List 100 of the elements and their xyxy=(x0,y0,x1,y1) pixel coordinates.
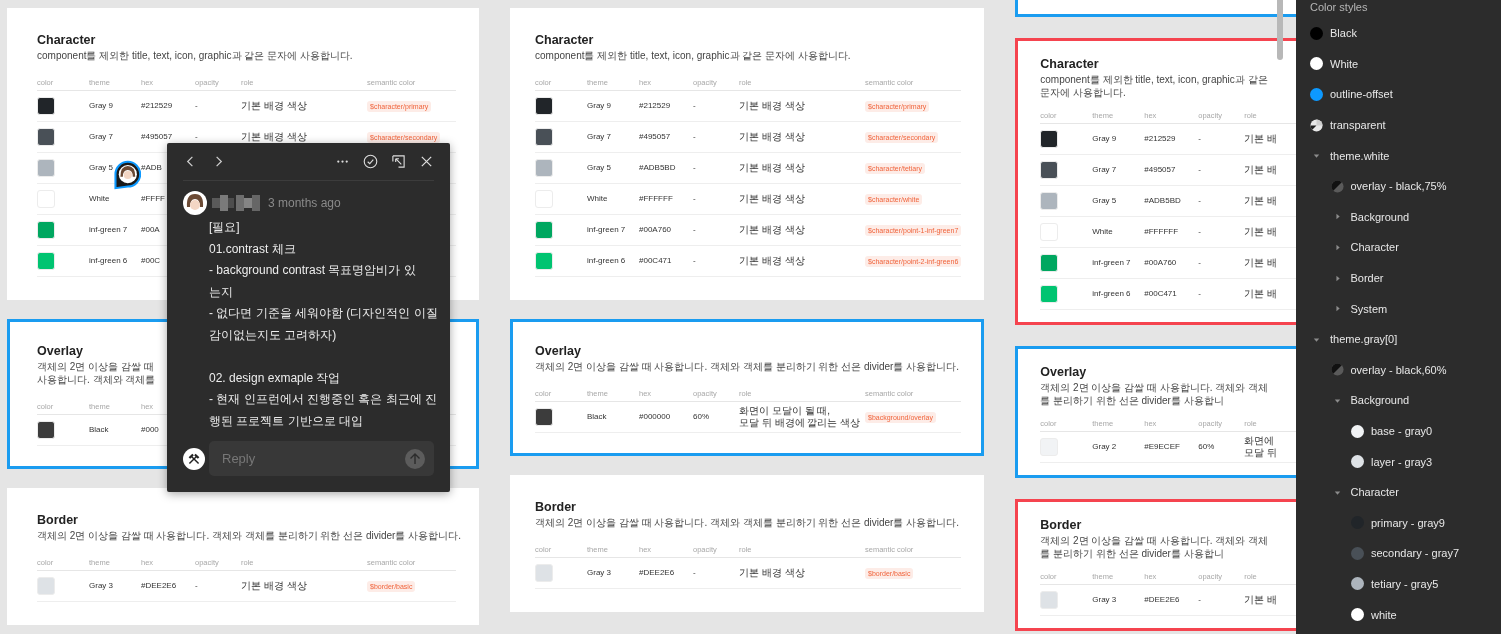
table-cell: #00C471 xyxy=(639,255,672,267)
style-name[interactable]: layer - gray3 xyxy=(1371,455,1433,468)
section-description: 객체의 2면 이상을 감쌀 때 사용합니다. 객체와 객체를 xyxy=(37,360,157,386)
style-name[interactable]: White xyxy=(1330,57,1359,70)
table-cell: Gray 7 xyxy=(587,131,611,143)
table-cell: #E9ECEF xyxy=(1144,441,1180,453)
style-name[interactable]: Character xyxy=(1350,486,1399,499)
table-cell: Black xyxy=(587,411,607,423)
style-name[interactable]: Background xyxy=(1350,394,1410,407)
style-name[interactable]: Character xyxy=(1350,241,1399,254)
section-description: 객체의 2면 이상을 감쌀 때 사용합니다. 객체와 객체를 분리하기 위한 선은 divider를 사용합니다. xyxy=(535,516,960,529)
style-name[interactable]: System xyxy=(1350,302,1388,315)
style-name[interactable]: base - gray0 xyxy=(1371,425,1433,437)
table-cell: - xyxy=(1198,164,1201,176)
table-cell: - xyxy=(693,224,696,236)
table-cell: 기본 배경 색상 xyxy=(739,255,805,267)
style-name[interactable]: theme.white xyxy=(1330,149,1390,162)
hammer-avatar-icon xyxy=(183,446,205,471)
section-description: component를 제외한 title, text, icon, graphic과 같은 문자에 사용합니다. xyxy=(37,49,354,62)
section-title: Border xyxy=(1040,518,1083,532)
comment-text: - 현재 인프런에서 진행중인 혹은 최근에 진 xyxy=(209,391,437,408)
table-cell: #00C xyxy=(141,255,161,267)
table-cell: #ADB xyxy=(141,162,162,174)
table-cell: #00C471 xyxy=(1144,288,1177,300)
close-icon[interactable] xyxy=(419,154,434,169)
table-cell: #ADB5BD xyxy=(639,162,676,174)
table-cell: 기본 배경 색상 xyxy=(739,193,805,205)
table-cell: - xyxy=(1198,195,1201,207)
table-cell: - xyxy=(693,193,696,205)
open-frame-icon[interactable] xyxy=(391,154,406,169)
table-cell: inf-green 6 xyxy=(89,255,128,267)
table-cell: #495057 xyxy=(141,131,173,143)
table-cell: Black xyxy=(89,424,109,436)
style-name[interactable]: Black xyxy=(1330,27,1357,40)
table-cell: Gray 3 xyxy=(1092,594,1117,606)
table-cell: 기본 배경 색상 xyxy=(739,567,805,579)
scrollbar[interactable] xyxy=(1277,0,1283,60)
table-cell: 기본 배경 색상 xyxy=(739,100,805,112)
table-cell: - xyxy=(693,100,696,112)
table-cell: #FFFF xyxy=(141,193,165,205)
table-cell: #495057 xyxy=(639,131,671,143)
table-cell: #DEE2E6 xyxy=(1144,594,1180,606)
section-title: Overlay xyxy=(535,344,582,358)
section-title: Character xyxy=(1040,57,1100,71)
table-cell: Gray 3 xyxy=(587,567,611,579)
section-title: Overlay xyxy=(37,344,84,358)
check-circle-icon[interactable] xyxy=(363,154,378,169)
table-cell: - xyxy=(693,162,696,174)
table-cell: 기본 배 xyxy=(1244,164,1278,176)
overlay-swatch-icon xyxy=(1330,179,1344,193)
table-cell: 기본 배 xyxy=(1244,195,1278,207)
table-cell: - xyxy=(1198,257,1201,269)
comment-text: 행된 프로젝트 기반으로 대입 xyxy=(209,412,363,430)
style-name[interactable]: theme.gray[0] xyxy=(1330,333,1398,346)
style-name[interactable]: outline-offset xyxy=(1330,88,1393,101)
table-cell: #FFFFFF xyxy=(639,193,673,205)
table-cell: - xyxy=(195,580,198,592)
style-name[interactable]: secondary - gray7 xyxy=(1371,547,1460,560)
section-title: Border xyxy=(535,500,577,514)
section-description: 객체의 2면 이상을 감쌀 때 사용합니다. 객체와 객체를 분리하기 위한 선은 divider를 사용합니다. xyxy=(37,529,462,542)
table-cell: #00A760 xyxy=(639,224,672,236)
table-cell: 기본 배경 색상 xyxy=(241,580,307,592)
table-cell: 기본 배경 색상 xyxy=(739,131,805,143)
comment-pin[interactable] xyxy=(113,160,141,190)
section-description: 객체의 2면 이상을 감쌀 때 사용합니다. 객체와 객체를 분리하기 위한 선은 divider를 사용합니 xyxy=(1040,534,1270,560)
blurred-name xyxy=(212,195,260,211)
comment-text: - background contrast 목표명암비가 있 xyxy=(209,262,416,279)
send-icon[interactable] xyxy=(405,448,425,469)
section-description: 객체의 2면 이상을 감쌀 때 사용합니다. 객체와 객체를 분리하기 위한 선은 divider를 사용합니 xyxy=(1040,381,1270,407)
table-cell: Gray 9 xyxy=(89,100,113,112)
comment-time: 3 months ago xyxy=(268,196,341,210)
style-name[interactable]: Background xyxy=(1350,210,1410,223)
table-cell: 기본 배경 색상 xyxy=(739,224,805,236)
section-title: Overlay xyxy=(1040,365,1088,379)
table-cell: White xyxy=(89,193,110,205)
transparent-swatch-icon xyxy=(1310,118,1323,132)
style-name[interactable]: Border xyxy=(1350,272,1384,285)
table-cell: #495057 xyxy=(1144,164,1176,176)
section-description: component를 제외한 title, text, icon, graphic과 같은 문자에 사용합니다. xyxy=(535,49,852,62)
table-cell: - xyxy=(693,255,696,267)
table-cell: 60% xyxy=(693,411,709,423)
style-name[interactable]: tetiary - gray5 xyxy=(1371,578,1439,590)
reply-field[interactable]: Reply xyxy=(209,441,434,476)
style-name[interactable]: overlay - black,60% xyxy=(1350,363,1447,376)
table-cell: #212529 xyxy=(141,100,173,112)
table-cell: - xyxy=(1198,594,1201,606)
table-cell: #00A760 xyxy=(1144,257,1177,269)
section-description: component를 제외한 title, text, icon, graphic과 같은 문자에 사용합니다. xyxy=(1040,73,1269,99)
table-cell: inf-green 7 xyxy=(1092,257,1131,269)
table-cell: inf-green 6 xyxy=(587,255,626,267)
table-cell: Gray 7 xyxy=(89,131,113,143)
style-name[interactable]: white xyxy=(1371,608,1397,621)
table-cell: #DEE2E6 xyxy=(639,567,675,579)
style-name[interactable]: primary - gray9 xyxy=(1371,516,1445,529)
table-cell: 화면에 모달 뒤 xyxy=(1244,435,1278,459)
table-cell: - xyxy=(1198,288,1201,300)
style-name[interactable]: transparent xyxy=(1330,119,1386,132)
table-cell: inf-green 7 xyxy=(587,224,626,236)
style-name[interactable]: overlay - black,75% xyxy=(1350,180,1447,193)
table-cell: #212529 xyxy=(1144,133,1176,145)
